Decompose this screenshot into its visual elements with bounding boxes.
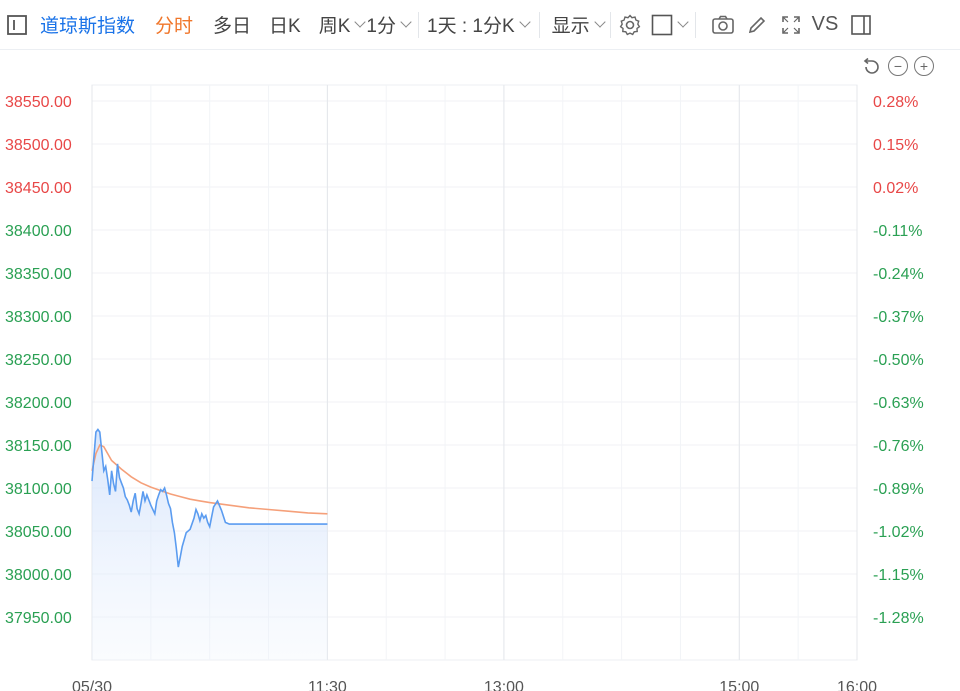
y-tick-label: 38200.00 <box>5 395 72 412</box>
chevron-down-icon <box>518 15 531 28</box>
price-chart: 38550.00 38500.00 38450.00 38400.00 38350.00… <box>5 84 924 691</box>
y-tick-label: 37950.00 <box>5 610 72 627</box>
y-tick-pct-label: -0.89% <box>873 481 924 498</box>
toolbar-divider <box>538 11 540 38</box>
range-select[interactable]: 1天 : 1分K <box>427 0 531 50</box>
y-tick-label: 38150.00 <box>5 438 72 455</box>
interval-select[interactable]: 1分 <box>366 0 412 50</box>
y-tick-pct-label: -0.50% <box>873 352 924 369</box>
y-tick-label: 38300.00 <box>5 309 72 326</box>
y-tick-pct-label: 0.28% <box>873 94 918 111</box>
y-tick-pct-label: -0.11% <box>873 223 923 240</box>
y-tick-pct-label: -1.15% <box>873 567 924 584</box>
y-tick-label: 38550.00 <box>5 94 72 111</box>
y-tick-label: 38500.00 <box>5 137 72 154</box>
interval-label: 1分 <box>366 16 396 37</box>
display-label: 显示 <box>551 16 590 37</box>
range-label: 1天 : 1分K <box>427 16 515 37</box>
display-select[interactable]: 显示 <box>551 0 606 50</box>
tab-zhouk[interactable]: 周K <box>318 0 367 50</box>
y-axis-left: 38550.00 38500.00 38450.00 38400.00 38350.00… <box>5 94 72 627</box>
y-tick-pct-label: -1.02% <box>873 524 924 541</box>
color-picker[interactable] <box>649 0 689 50</box>
toolbar-divider <box>418 11 419 38</box>
x-axis: 05/30 11:30 13:00 15:00 16:00 <box>72 679 877 691</box>
y-tick-pct-label: -0.76% <box>873 438 924 455</box>
y-tick-label: 38250.00 <box>5 352 72 369</box>
x-tick-label: 16:00 <box>837 679 877 691</box>
symbol-name[interactable]: 道琼斯指数 <box>40 0 135 50</box>
tab-rik[interactable]: 日K <box>269 0 301 50</box>
y-tick-label: 38350.00 <box>5 266 72 283</box>
chevron-down-icon <box>400 15 412 28</box>
toolbar-divider <box>609 11 611 38</box>
settings-icon[interactable] <box>615 0 645 50</box>
y-tick-pct-label: -0.24% <box>873 266 924 283</box>
chevron-down-icon <box>354 15 367 28</box>
toolbar-divider <box>694 11 696 38</box>
fullscreen-icon[interactable] <box>774 0 808 50</box>
panel-toggle-icon[interactable] <box>846 0 876 50</box>
y-tick-pct-label: 0.02% <box>873 180 918 197</box>
camera-icon[interactable] <box>706 0 740 50</box>
pencil-icon[interactable] <box>740 0 774 50</box>
x-tick-label: 11:30 <box>308 679 347 691</box>
y-axis-right: 0.28% 0.15% 0.02% -0.11% -0.24% -0.37% -0.50% -… <box>873 94 924 627</box>
y-tick-pct-label: -0.63% <box>873 395 924 412</box>
tab-duori[interactable]: 多日 <box>213 0 251 50</box>
chevron-down-icon <box>594 15 606 28</box>
y-tick-label: 38100.00 <box>5 481 72 498</box>
compare-vs-button[interactable]: VS <box>812 0 839 50</box>
y-tick-label: 38450.00 <box>5 180 72 197</box>
x-tick-label: 13:00 <box>484 679 524 691</box>
y-tick-pct-label: 0.15% <box>873 137 918 154</box>
sidebar-toggle-icon[interactable] <box>4 0 30 50</box>
x-tick-label: 15:00 <box>719 679 759 691</box>
y-tick-pct-label: -0.37% <box>873 309 924 326</box>
y-tick-label: 38050.00 <box>5 524 72 541</box>
chevron-down-icon <box>677 15 689 28</box>
y-tick-label: 38000.00 <box>5 567 72 584</box>
chart-toolbar: 道琼斯指数 分时 多日 日K 周K 1分 1天 : 1分K 显示 VS <box>0 0 960 50</box>
tab-zhouk-label: 周K <box>318 16 351 37</box>
y-tick-pct-label: -1.28% <box>873 610 924 627</box>
tab-fenshi[interactable]: 分时 <box>155 0 193 50</box>
y-tick-label: 38400.00 <box>5 223 72 240</box>
x-tick-label: 05/30 <box>72 679 112 691</box>
